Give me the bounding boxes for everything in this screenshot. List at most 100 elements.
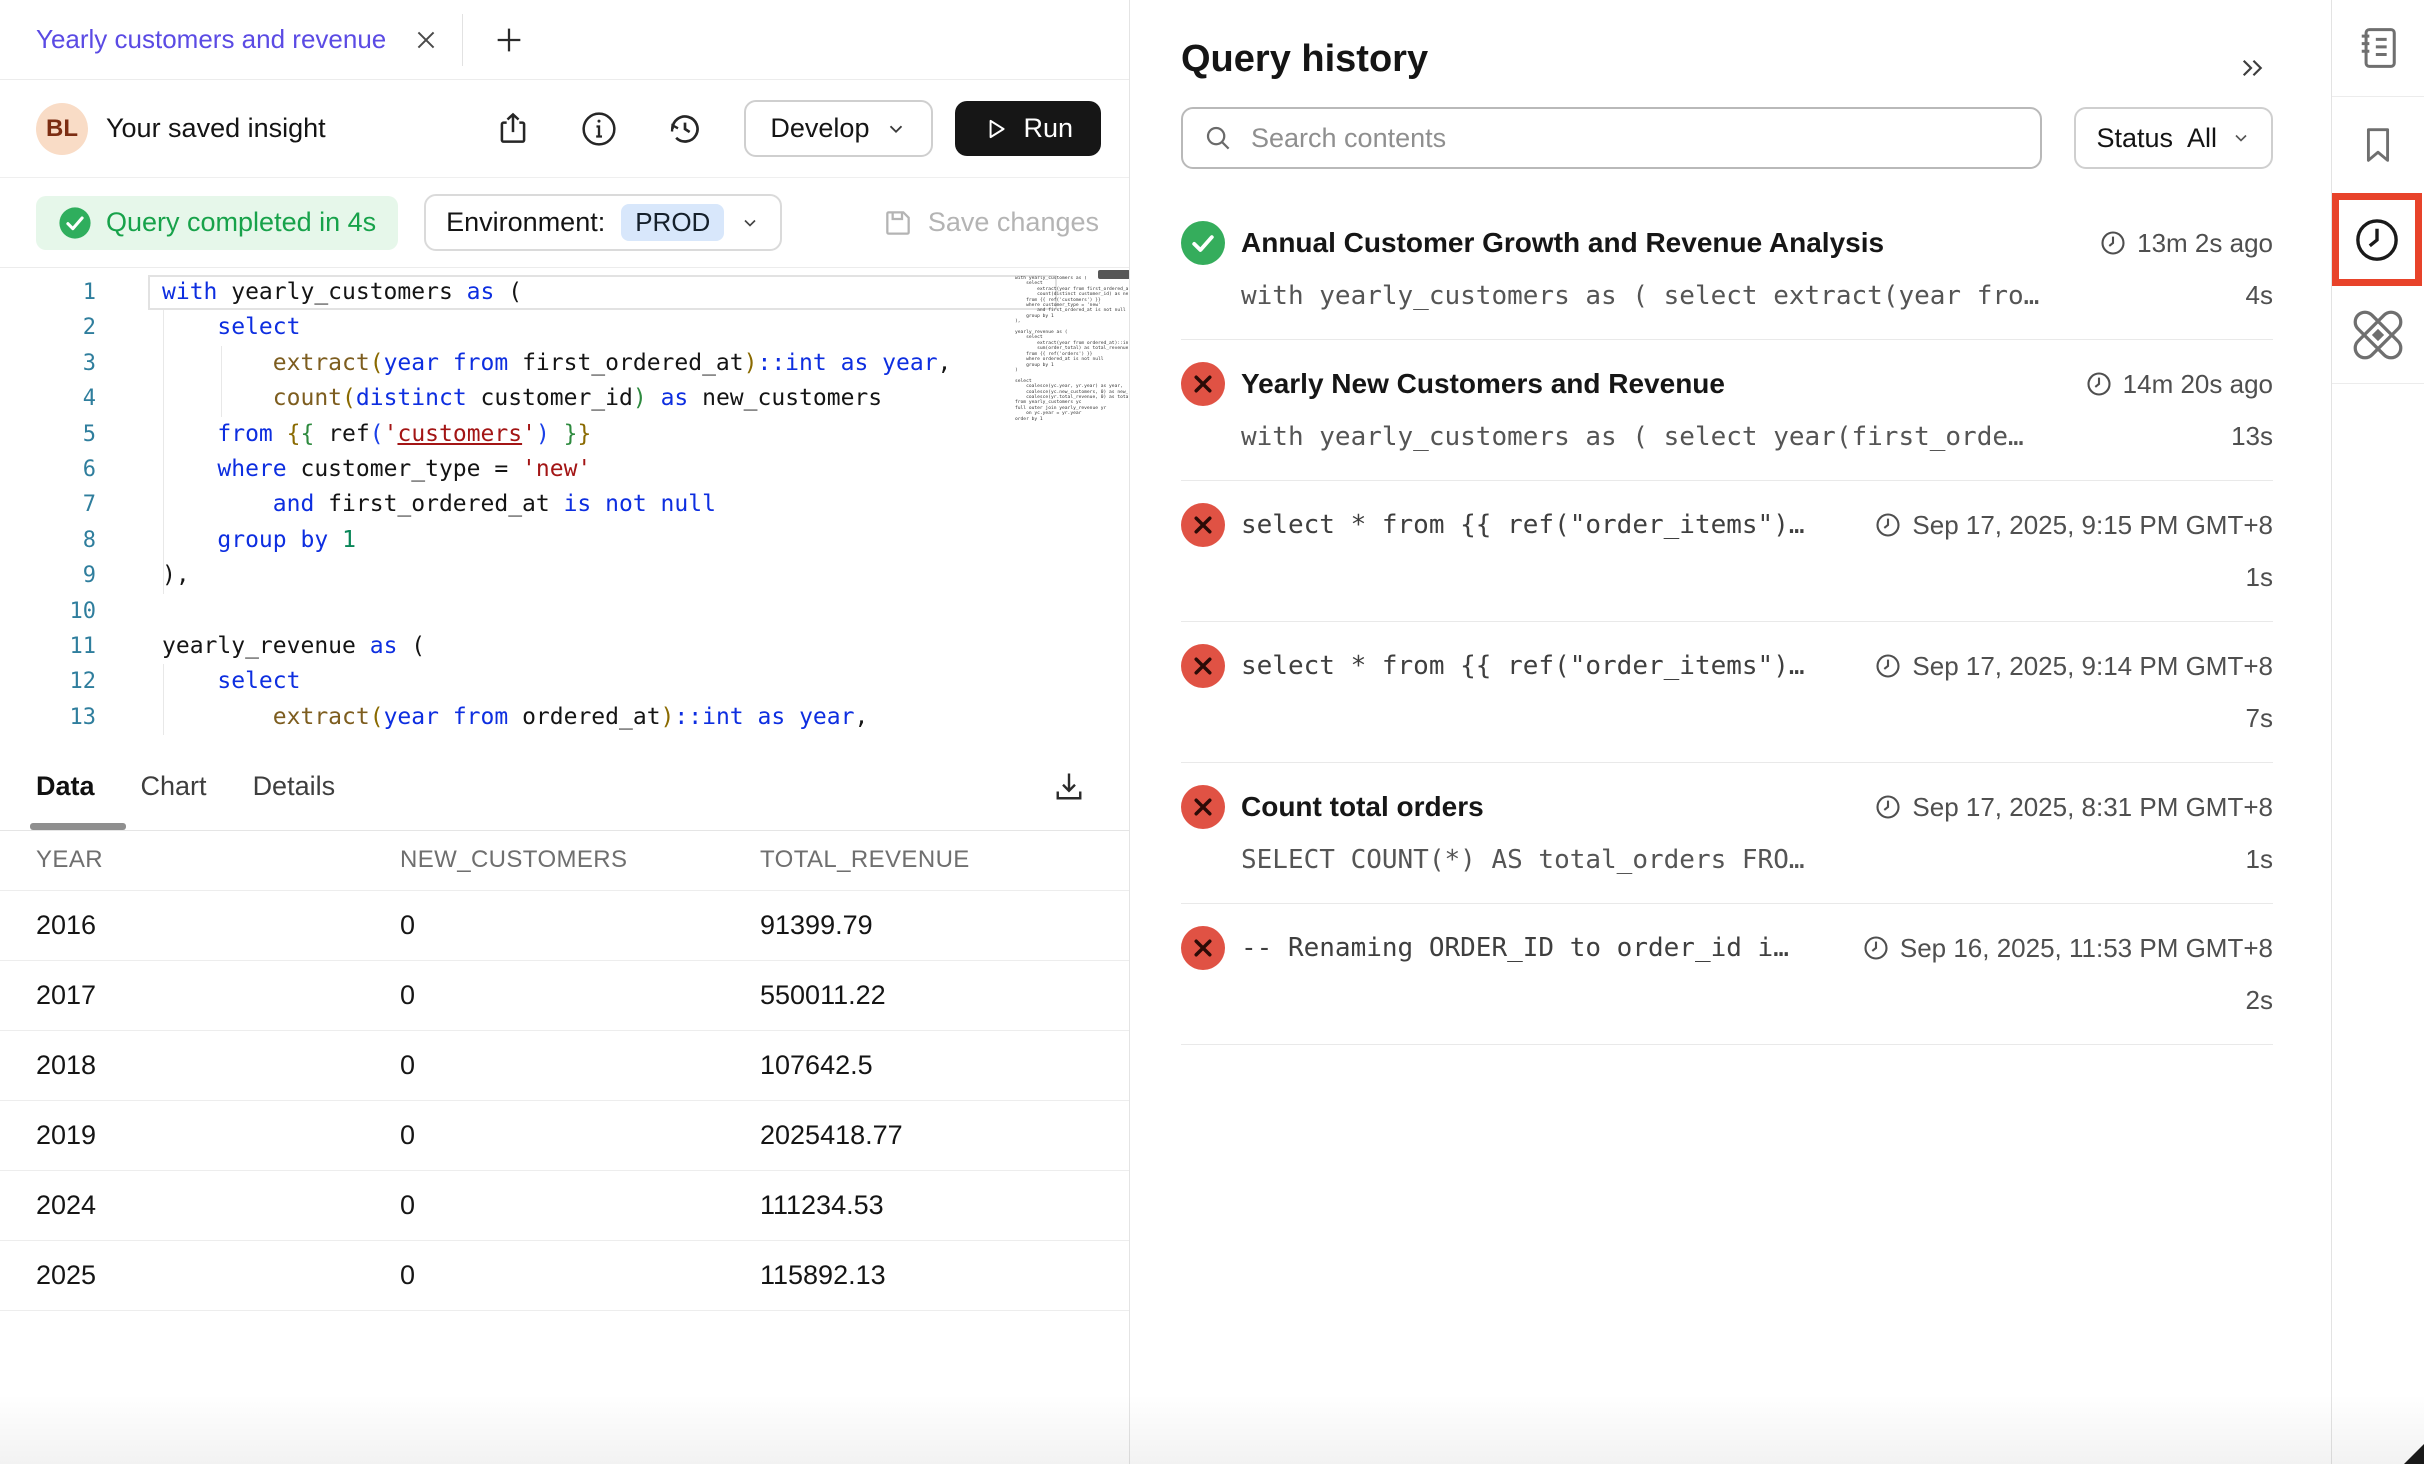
code-text: ),: [162, 558, 997, 593]
run-button[interactable]: Run: [955, 101, 1101, 156]
environment-selector[interactable]: Environment: PROD: [424, 194, 782, 251]
query-timestamp: Sep 17, 2025, 9:14 PM GMT+8: [1874, 651, 2273, 682]
status-error-badge: [1181, 926, 1225, 970]
history-icon: [665, 109, 705, 149]
download-results-button[interactable]: [1049, 767, 1089, 807]
develop-button[interactable]: Develop: [744, 100, 933, 157]
status-error-badge: [1181, 503, 1225, 547]
query-duration: 4s: [2246, 280, 2273, 311]
window-resize-corner[interactable]: [2404, 1444, 2424, 1464]
query-text: with yearly_customers as ( select extrac…: [1241, 281, 2226, 311]
query-text: select * from {{ ref("order_items")…: [1241, 651, 1854, 681]
share-button[interactable]: [492, 108, 534, 150]
dbt-button[interactable]: [2332, 287, 2424, 383]
code-line[interactable]: 3 extract(year from first_ordered_at)::i…: [0, 346, 1129, 381]
query-title: Count total orders: [1241, 791, 1854, 823]
query-text: -- Renaming ORDER_ID to order_id i…: [1241, 933, 1842, 963]
query-history-item[interactable]: Annual Customer Growth and Revenue Analy…: [1181, 199, 2273, 340]
table-cell: 2024: [0, 1170, 400, 1240]
search-input[interactable]: [1251, 123, 2020, 154]
document-header: BL Your saved insight: [0, 80, 1129, 178]
status-bar: Query completed in 4s Environment: PROD …: [0, 178, 1129, 268]
table-cell: 0: [400, 1240, 760, 1310]
table-cell: 2019: [0, 1100, 400, 1170]
tab-data[interactable]: Data: [36, 771, 95, 802]
line-number: 5: [0, 417, 96, 452]
sql-code-editor[interactable]: 1with yearly_customers as (2 select3 ext…: [0, 268, 1129, 743]
bookmarks-button[interactable]: [2332, 97, 2424, 193]
query-history-item[interactable]: select * from {{ ref("order_items")…Sep …: [1181, 481, 2273, 622]
code-text: with yearly_customers as (: [162, 275, 997, 310]
status-error-icon: [1181, 926, 1225, 970]
code-line[interactable]: 13 extract(year from ordered_at)::int as…: [0, 700, 1129, 735]
tab-details[interactable]: Details: [253, 771, 336, 802]
column-header: YEAR: [0, 831, 400, 890]
tab-yearly-customers-and-revenue[interactable]: Yearly customers and revenue: [0, 0, 440, 79]
bookmark-icon: [2355, 122, 2401, 168]
timestamp-text: 13m 2s ago: [2137, 228, 2273, 259]
line-number: 13: [0, 700, 96, 735]
tab-bar: Yearly customers and revenue: [0, 0, 1129, 80]
query-duration: 1s: [2246, 844, 2273, 875]
collapse-panel-button[interactable]: [2229, 48, 2273, 88]
editor-minimap[interactable]: with yearly_customers as ( select extrac…: [1015, 276, 1128, 736]
query-history-item[interactable]: Yearly New Customers and Revenue14m 20s …: [1181, 340, 2273, 481]
table-cell: 0: [400, 1030, 760, 1100]
save-changes-button[interactable]: Save changes: [882, 207, 1099, 239]
query-timestamp: 13m 2s ago: [2099, 228, 2273, 259]
code-line[interactable]: 1with yearly_customers as (: [0, 275, 1129, 310]
double-chevron-right-icon: [2234, 53, 2268, 83]
table-cell: 107642.5: [760, 1030, 1129, 1100]
code-line[interactable]: 5 from {{ ref('customers') }}: [0, 417, 1129, 452]
right-toolbar: [2331, 0, 2424, 1464]
code-line[interactable]: 11yearly_revenue as (: [0, 629, 1129, 664]
line-number: 7: [0, 487, 96, 522]
line-number: 8: [0, 523, 96, 558]
table-row: 20250115892.13: [0, 1240, 1129, 1310]
tab-chart[interactable]: Chart: [141, 771, 207, 802]
code-line[interactable]: 9),: [0, 558, 1129, 593]
code-line[interactable]: 2 select: [0, 310, 1129, 345]
query-history-item[interactable]: -- Renaming ORDER_ID to order_id i… Sep 1…: [1181, 904, 2273, 1045]
code-line[interactable]: 6 where customer_type = 'new': [0, 452, 1129, 487]
document-title: Your saved insight: [106, 113, 326, 144]
query-history-item[interactable]: Count total orders Sep 17, 2025, 8:31 PM …: [1181, 763, 2273, 904]
header-actions: Develop Run: [448, 100, 1101, 157]
code-line[interactable]: 4 count(distinct customer_id) as new_cus…: [0, 381, 1129, 416]
indent-guide: [221, 346, 222, 417]
code-line[interactable]: 10: [0, 594, 1129, 629]
clock-icon: [2099, 229, 2127, 257]
query-text: SELECT COUNT(*) AS total_orders FRO…: [1241, 845, 2226, 875]
version-history-button[interactable]: [664, 108, 706, 150]
line-number: 9: [0, 558, 96, 593]
search-box[interactable]: [1181, 107, 2042, 169]
query-text: select * from {{ ref("order_items")…: [1241, 510, 1854, 540]
code-line[interactable]: 7 and first_ordered_at is not null: [0, 487, 1129, 522]
info-button[interactable]: [578, 108, 620, 150]
query-timestamp: Sep 16, 2025, 11:53 PM GMT+8: [1862, 933, 2273, 964]
table-cell: 2018: [0, 1030, 400, 1100]
editor-scrollbar-thumb[interactable]: [1098, 270, 1129, 279]
plus-icon: [492, 23, 526, 57]
query-history-button[interactable]: [2339, 200, 2415, 279]
table-cell: 0: [400, 960, 760, 1030]
timestamp-text: Sep 17, 2025, 8:31 PM GMT+8: [1912, 792, 2273, 823]
status-error-icon: [1181, 785, 1225, 829]
minimap-code: with yearly_customers as ( select extrac…: [1015, 276, 1128, 422]
table-cell: 550011.22: [760, 960, 1129, 1030]
code-line[interactable]: 12 select: [0, 664, 1129, 699]
code-line[interactable]: 8 group by 1: [0, 523, 1129, 558]
tab-label: Yearly customers and revenue: [36, 24, 386, 55]
notebook-button[interactable]: [2332, 0, 2424, 96]
indent-guide: [163, 310, 164, 593]
table-body: 2016091399.7920170550011.2220180107642.5…: [0, 890, 1129, 1310]
column-header: NEW_CUSTOMERS: [400, 831, 760, 890]
new-tab-button[interactable]: [491, 22, 527, 58]
close-icon[interactable]: [412, 26, 440, 54]
line-number: 11: [0, 629, 96, 664]
status-filter-dropdown[interactable]: Status All: [2074, 107, 2273, 169]
clock-icon: [2085, 370, 2113, 398]
status-error-badge: [1181, 785, 1225, 829]
table-cell: 111234.53: [760, 1170, 1129, 1240]
query-history-item[interactable]: select * from {{ ref("order_items")… Sep …: [1181, 622, 2273, 763]
